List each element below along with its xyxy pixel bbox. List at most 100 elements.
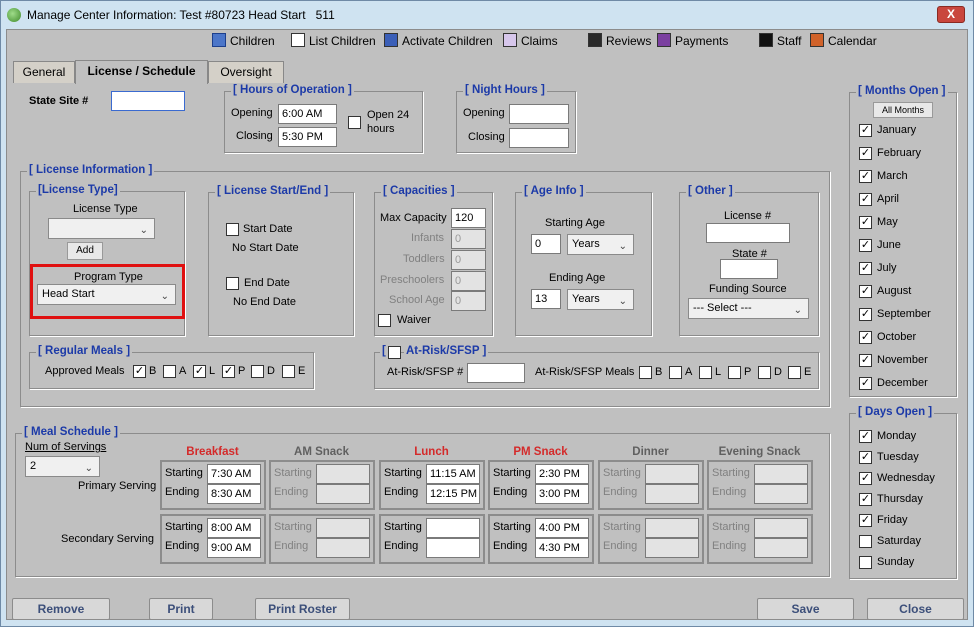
tab-general[interactable]: General — [13, 61, 75, 83]
tab-license-schedule[interactable]: License / Schedule — [75, 60, 208, 84]
print-button[interactable]: Print — [149, 598, 213, 620]
meal-breakfast-p-start-input[interactable]: 7:30 AM — [207, 464, 261, 484]
month-checkbox-may[interactable]: ✓ — [859, 216, 872, 229]
meal-pm-snack-p-end-input[interactable]: 3:00 PM — [535, 484, 589, 504]
month-checkbox-march[interactable]: ✓ — [859, 170, 872, 183]
night-opening-input[interactable] — [509, 104, 569, 124]
meal-checkbox-b[interactable]: ✓ — [133, 365, 146, 378]
claims-icon — [503, 33, 517, 47]
toolbar-list-children[interactable]: List Children — [291, 33, 376, 51]
day-checkbox-monday[interactable]: ✓ — [859, 430, 872, 443]
atrisk-meal-checkbox-d[interactable] — [758, 366, 771, 379]
window-close-button[interactable]: X — [937, 6, 965, 23]
month-checkbox-october[interactable]: ✓ — [859, 331, 872, 344]
month-checkbox-december[interactable]: ✓ — [859, 377, 872, 390]
atrisk-enable-checkbox[interactable] — [388, 346, 401, 359]
toolbar-payments[interactable]: Payments — [657, 33, 728, 51]
month-label-august: August — [877, 285, 912, 297]
day-checkbox-wednesday[interactable]: ✓ — [859, 472, 872, 485]
meal-pm-snack-p-start-input[interactable]: 2:30 PM — [535, 464, 589, 484]
ending-age-unit-select[interactable]: Years ⌄ — [567, 289, 634, 310]
toolbar-children[interactable]: Children — [212, 33, 275, 51]
starting-age-unit-select[interactable]: Years ⌄ — [567, 234, 634, 255]
month-checkbox-june[interactable]: ✓ — [859, 239, 872, 252]
meal-pm-snack-s-end-input[interactable]: 4:30 PM — [535, 538, 589, 558]
hours-opening-input[interactable]: 6:00 AM — [278, 104, 337, 124]
state-number-input[interactable] — [720, 259, 778, 279]
meal-breakfast-s-start-input[interactable]: 8:00 AM — [207, 518, 261, 538]
funding-source-select[interactable]: --- Select --- ⌄ — [688, 298, 809, 319]
meal-breakfast-s-end-input[interactable]: 9:00 AM — [207, 538, 261, 558]
add-license-type-button[interactable]: Add — [67, 242, 103, 260]
toolbar-claims[interactable]: Claims — [503, 33, 558, 51]
start-date-checkbox[interactable] — [226, 223, 239, 236]
atrisk-meal-checkbox-l[interactable] — [699, 366, 712, 379]
month-checkbox-august[interactable]: ✓ — [859, 285, 872, 298]
meal-header-lunch: Lunch — [414, 446, 449, 458]
open-24-checkbox[interactable] — [348, 116, 361, 129]
month-checkbox-july[interactable]: ✓ — [859, 262, 872, 275]
meal-ending-label: Ending — [274, 486, 309, 498]
night-closing-input[interactable] — [509, 128, 569, 148]
starting-age-input[interactable]: 0 — [531, 234, 561, 254]
atrisk-meal-checkbox-e[interactable] — [788, 366, 801, 379]
meal-lunch-p-end-input[interactable]: 12:15 PM — [426, 484, 480, 504]
license-information-title: [ License Information ] — [27, 164, 155, 176]
toolbar-reviews[interactable]: Reviews — [588, 33, 651, 51]
ending-age-input[interactable]: 13 — [531, 289, 561, 309]
meal-checkbox-d[interactable] — [251, 365, 264, 378]
all-months-button[interactable]: All Months — [873, 102, 933, 118]
activate-children-icon — [384, 33, 398, 47]
meal-label-d: D — [267, 365, 275, 377]
num-servings-select[interactable]: 2 ⌄ — [25, 456, 100, 477]
meal-lunch-s-end-input[interactable] — [426, 538, 480, 558]
meal-lunch-p-start-input[interactable]: 11:15 AM — [426, 464, 480, 484]
meal-checkbox-l[interactable]: ✓ — [193, 365, 206, 378]
day-checkbox-saturday[interactable] — [859, 535, 872, 548]
meal-pm-snack-s-start-input[interactable]: 4:00 PM — [535, 518, 589, 538]
license-type-select[interactable]: ⌄ — [48, 218, 155, 239]
month-checkbox-september[interactable]: ✓ — [859, 308, 872, 321]
close-button[interactable]: Close — [867, 598, 964, 620]
atrisk-meal-checkbox-b[interactable] — [639, 366, 652, 379]
meal-checkbox-p[interactable]: ✓ — [222, 365, 235, 378]
month-checkbox-november[interactable]: ✓ — [859, 354, 872, 367]
save-button[interactable]: Save — [757, 598, 854, 620]
atrisk-meal-checkbox-p[interactable] — [728, 366, 741, 379]
chevron-down-icon: ⌄ — [793, 305, 802, 316]
meal-breakfast-p-end-input[interactable]: 8:30 AM — [207, 484, 261, 504]
license-number-input[interactable] — [706, 223, 790, 243]
day-label-monday: Monday — [877, 430, 917, 442]
meal-lunch-s-start-input[interactable] — [426, 518, 480, 538]
day-checkbox-friday[interactable]: ✓ — [859, 514, 872, 527]
toolbar-staff[interactable]: Staff — [759, 33, 801, 51]
meal-evening-snack-p-start-input — [754, 464, 808, 484]
meal-evening-snack-p-end-input — [754, 484, 808, 504]
day-checkbox-thursday[interactable]: ✓ — [859, 493, 872, 506]
day-checkbox-tuesday[interactable]: ✓ — [859, 451, 872, 464]
meal-ending-label: Ending — [493, 540, 528, 552]
children-icon — [212, 33, 226, 47]
meal-label-l: L — [209, 365, 216, 377]
month-checkbox-january[interactable]: ✓ — [859, 124, 872, 137]
waiver-checkbox[interactable] — [378, 314, 391, 327]
toolbar-calendar[interactable]: Calendar — [810, 33, 877, 51]
print-roster-button[interactable]: Print Roster — [255, 598, 350, 620]
meal-starting-label: Starting — [493, 467, 531, 479]
meal-checkbox-e[interactable] — [282, 365, 295, 378]
toolbar-activate-children[interactable]: Activate Children — [384, 33, 493, 51]
program-type-select[interactable]: Head Start ⌄ — [37, 284, 176, 305]
end-date-checkbox[interactable] — [226, 277, 239, 290]
state-site-input[interactable] — [111, 91, 185, 111]
month-checkbox-april[interactable]: ✓ — [859, 193, 872, 206]
hours-closing-input[interactable]: 5:30 PM — [278, 127, 337, 147]
toolbar-children-label: Children — [230, 34, 275, 48]
atrisk-number-input[interactable] — [467, 363, 525, 383]
meal-checkbox-a[interactable] — [163, 365, 176, 378]
remove-button[interactable]: Remove — [12, 598, 110, 620]
max-capacity-input[interactable]: 120 — [451, 208, 486, 228]
atrisk-meal-checkbox-a[interactable] — [669, 366, 682, 379]
tab-oversight[interactable]: Oversight — [208, 61, 284, 83]
month-checkbox-february[interactable]: ✓ — [859, 147, 872, 160]
day-checkbox-sunday[interactable] — [859, 556, 872, 569]
